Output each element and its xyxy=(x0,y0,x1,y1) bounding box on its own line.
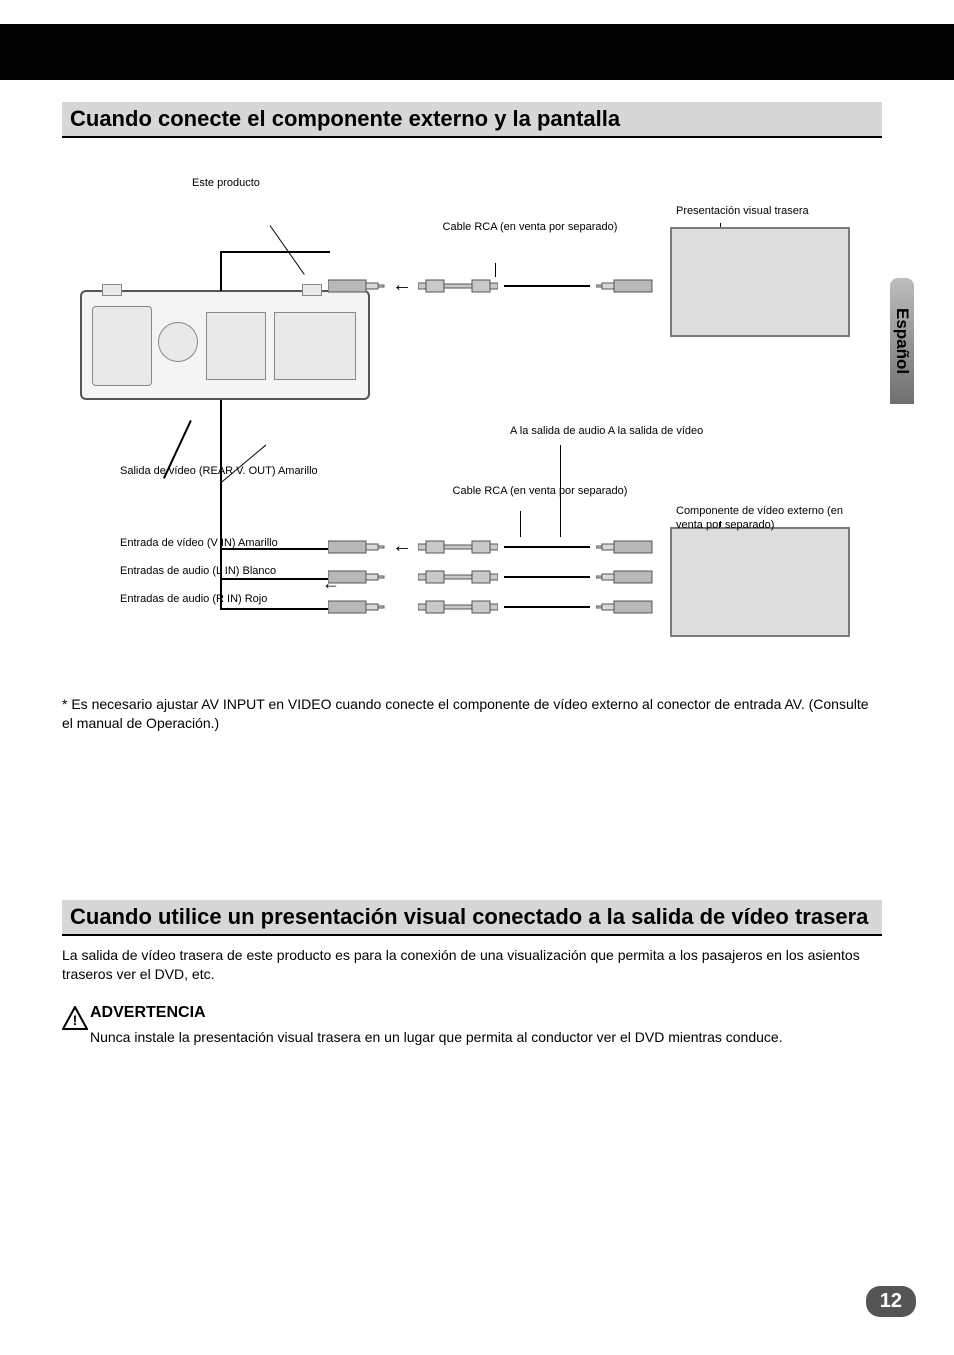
section-heading-2-wrap: Cuando utilice un presentación visual co… xyxy=(62,900,882,936)
label-external-video: Componente de vídeo externo (en venta po… xyxy=(676,505,860,533)
arrow-left-icon: ← xyxy=(392,535,412,558)
label-av-in-audio-l: Entradas de audio (L IN) Blanco xyxy=(120,565,300,579)
lead-line-icon xyxy=(520,511,521,537)
star-footnote: * Es necesario ajustar AV INPUT en VIDEO… xyxy=(62,695,882,733)
warning-block: ADVERTENCIA Nunca instale la presentació… xyxy=(90,1002,882,1046)
rca-coupler-icon xyxy=(418,277,498,295)
cable-segment-icon xyxy=(220,608,328,610)
section-heading-2: Cuando utilice un presentación visual co… xyxy=(62,900,882,936)
port-block-icon xyxy=(206,312,266,380)
fan-circle-icon xyxy=(158,322,198,362)
cable-segment-icon xyxy=(504,576,590,578)
section-heading-1: Cuando conecte el componente externo y l… xyxy=(62,102,882,138)
rca-row-av-audio-r: ← xyxy=(328,595,654,618)
cable-segment-icon xyxy=(504,546,590,548)
cable-segment-icon xyxy=(504,606,590,608)
panel-notch-icon xyxy=(302,284,322,296)
main-unit-back-panel xyxy=(80,290,370,400)
rca-plug-icon xyxy=(596,277,654,295)
warning-body: Nunca instale la presentación visual tra… xyxy=(90,1028,882,1047)
label-audio-video-out-note: A la salida de audio A la salida de víde… xyxy=(510,425,720,439)
arrow-left-icon: ← xyxy=(392,274,412,297)
rca-row-top: ← xyxy=(328,274,654,297)
rca-plug-icon xyxy=(596,598,654,616)
label-rca-cord-top: Cable RCA (en venta por separado) xyxy=(440,221,620,235)
label-rca-cord-bottom: Cable RCA (en venta por separado) xyxy=(440,485,640,499)
rca-row-av-video: ← xyxy=(328,535,654,558)
rca-row-av-audio-l: ← xyxy=(328,565,654,588)
rca-coupler-icon xyxy=(418,568,498,586)
label-av-in-audio-r: Entradas de audio (R IN) Rojo xyxy=(120,593,300,607)
rear-display-box xyxy=(670,227,850,337)
rca-plug-icon xyxy=(328,277,386,295)
arrow-left-icon: ← xyxy=(322,573,340,594)
connector-block-icon xyxy=(92,306,152,386)
label-rear-display: Presentación visual trasera xyxy=(676,205,809,219)
label-av-in-video: Entrada de vídeo (V IN) Amarillo xyxy=(120,537,300,551)
page-number-pill: 12 xyxy=(866,1286,916,1317)
port-block-icon xyxy=(274,312,356,380)
rca-plug-icon xyxy=(596,568,654,586)
warning-triangle-icon: ! xyxy=(62,1006,88,1037)
rca-coupler-icon xyxy=(418,598,498,616)
connection-diagram: ← ← ← ← ← Este producto Cable RCA (en ve… xyxy=(70,165,860,665)
label-v-out: Salida de vídeo (REAR V. OUT) Amarillo xyxy=(120,465,340,479)
language-tab: Español xyxy=(890,278,914,404)
rca-plug-icon xyxy=(596,538,654,556)
section-heading-1-wrap: Cuando conecte el componente externo y l… xyxy=(62,102,882,138)
label-main-unit: Este producto xyxy=(192,177,352,191)
rear-output-description: La salida de vídeo trasera de este produ… xyxy=(62,946,882,984)
external-video-box xyxy=(670,527,850,637)
rca-plug-icon xyxy=(328,538,386,556)
cable-segment-icon xyxy=(504,285,590,287)
cable-segment-icon xyxy=(220,251,330,253)
rca-plug-icon xyxy=(328,598,386,616)
header-black-bar xyxy=(0,24,954,80)
svg-text:!: ! xyxy=(73,1012,78,1028)
warning-title: ADVERTENCIA xyxy=(90,1002,882,1024)
cable-segment-icon xyxy=(220,251,222,291)
rca-coupler-icon xyxy=(418,538,498,556)
panel-notch-icon xyxy=(102,284,122,296)
